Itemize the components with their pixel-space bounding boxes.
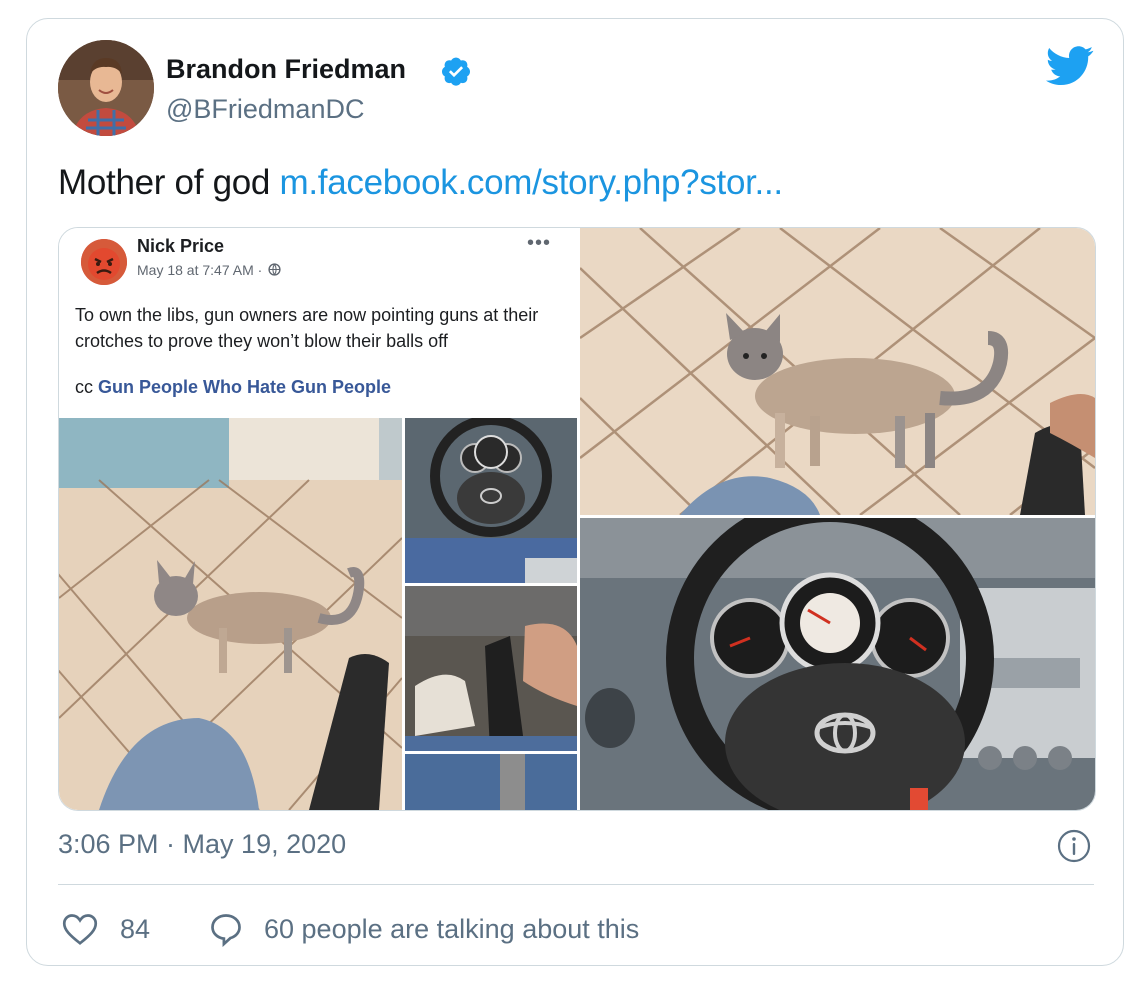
fb-photo-gun	[405, 586, 577, 751]
author-name[interactable]: Brandon Friedman	[166, 54, 406, 85]
globe-icon	[268, 263, 281, 276]
fb-post-time: May 18 at 7:47 AM ·	[137, 262, 263, 278]
fb-photo-cat	[59, 418, 402, 810]
fb-post-text: To own the libs, gun owners are now poin…	[75, 305, 539, 351]
angry-emoji-avatar	[81, 239, 127, 285]
like-count: 84	[120, 913, 151, 944]
fb-post-meta: May 18 at 7:47 AM ·	[137, 262, 281, 278]
like-action[interactable]: 84	[62, 909, 150, 949]
author-handle[interactable]: @BFriedmanDC	[166, 94, 364, 125]
fb-author-name: Nick Price	[137, 236, 225, 256]
media-grid[interactable]: Nick Price May 18 at 7:47 AM · ••• To ow…	[58, 227, 1096, 811]
fb-cc-line: cc Gun People Who Hate Gun People	[75, 377, 391, 398]
tweet-body: Mother of god	[58, 163, 271, 202]
facebook-post-screenshot[interactable]: Nick Price May 18 at 7:47 AM · ••• To ow…	[59, 228, 577, 810]
tweet-text: Mother of god m.facebook.com/story.php?s…	[58, 163, 783, 203]
verified-badge-icon	[440, 55, 472, 87]
speech-bubble-icon[interactable]	[208, 911, 244, 947]
author-avatar[interactable]	[58, 40, 154, 136]
fb-group-link: Gun People Who Hate Gun People	[98, 377, 392, 397]
tweet-timestamp[interactable]: 3:06 PM · May 19, 2020	[58, 829, 346, 860]
photo-steering-wheel[interactable]	[580, 518, 1095, 810]
photo-cat-large[interactable]	[580, 228, 1095, 515]
tweet-link[interactable]: m.facebook.com/story.php?stor...	[280, 163, 784, 202]
heart-icon[interactable]	[62, 912, 98, 946]
twitter-bird-icon[interactable]	[1046, 46, 1094, 86]
conversation-count[interactable]: 60 people are talking about this	[264, 914, 639, 945]
fb-more-options: •••	[527, 232, 552, 254]
footer-divider	[58, 884, 1094, 885]
info-icon[interactable]	[1056, 828, 1092, 864]
fb-photo-lap	[405, 754, 577, 810]
fb-cc-prefix: cc	[75, 377, 93, 397]
conversation-action[interactable]: 60 people are talking about this	[208, 909, 639, 949]
fb-photo-steering	[405, 418, 577, 583]
